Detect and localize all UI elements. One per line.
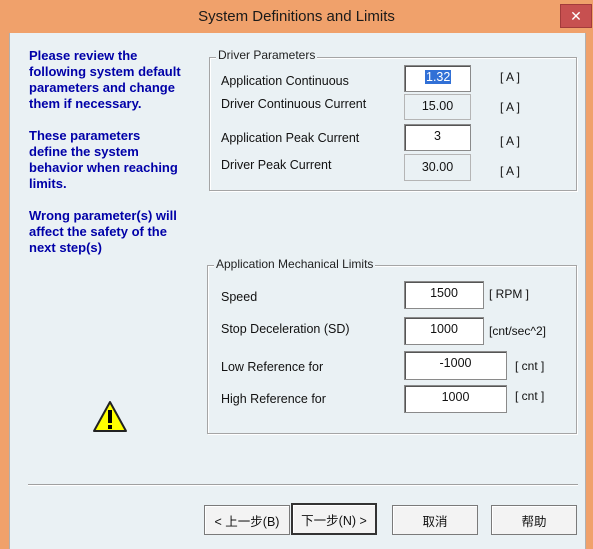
driver-continuous-label: Driver Continuous Current (221, 97, 367, 111)
button-separator (28, 484, 578, 486)
info-line: following system default (29, 64, 181, 79)
app-continuous-value: 1.32 (425, 70, 452, 84)
info-line: Wrong parameter(s) will (29, 208, 177, 223)
info-line: parameters and change (29, 80, 175, 95)
stop-deceleration-label: Stop Deceleration (SD) (221, 322, 350, 336)
low-reference-unit: [ cnt ] (515, 359, 545, 373)
app-peak-input[interactable]: 3 (404, 124, 471, 151)
stop-deceleration-unit: [cnt/sec^2] (489, 324, 546, 338)
driver-parameters-title: Driver Parameters (216, 48, 318, 62)
info-line: These parameters (29, 128, 141, 143)
mechanical-limits-title: Application Mechanical Limits (214, 257, 376, 271)
cancel-button[interactable]: 取消 (392, 505, 478, 535)
close-icon: ✕ (570, 7, 582, 24)
driver-peak-label: Driver Peak Current (221, 158, 332, 172)
driver-continuous-unit: [ A ] (500, 100, 521, 114)
high-reference-label: High Reference for (221, 392, 326, 406)
stop-deceleration-input[interactable]: 1000 (404, 317, 484, 345)
next-button[interactable]: 下一步(N) > (291, 503, 377, 535)
app-continuous-label: Application Continuous (221, 74, 349, 88)
driver-peak-value: 30.00 (404, 154, 471, 181)
speed-label: Speed (221, 290, 258, 304)
window-title: System Definitions and Limits (198, 8, 395, 25)
high-reference-unit: [ cnt ] (515, 389, 545, 403)
low-reference-label: Low Reference for (221, 360, 324, 374)
speed-unit: [ RPM ] (489, 287, 530, 301)
info-line: next step(s) (29, 240, 102, 255)
info-line: limits. (29, 176, 67, 191)
back-button[interactable]: < 上一步(B) (204, 505, 290, 535)
warning-icon (93, 401, 127, 432)
window-frame-left (0, 33, 9, 549)
app-peak-unit: [ A ] (500, 134, 521, 148)
define-text: These parameters define the system behav… (29, 128, 178, 192)
warning-text: Wrong parameter(s) will affect the safet… (29, 208, 177, 256)
app-continuous-unit: [ A ] (500, 70, 521, 84)
info-line: them if necessary. (29, 96, 142, 111)
info-line: behavior when reaching (29, 160, 178, 175)
app-continuous-input[interactable]: 1.32 (404, 65, 471, 92)
driver-continuous-value: 15.00 (404, 94, 471, 120)
review-text: Please review the following system defau… (29, 48, 181, 112)
info-line: Please review the (29, 48, 138, 63)
speed-input[interactable]: 1500 (404, 281, 484, 309)
info-line: define the system (29, 144, 139, 159)
high-reference-input[interactable]: 1000 (404, 385, 507, 413)
app-peak-label: Application Peak Current (221, 131, 360, 145)
driver-peak-unit: [ A ] (500, 164, 521, 178)
close-button[interactable]: ✕ (560, 4, 592, 28)
info-line: affect the safety of the (29, 224, 167, 239)
help-button[interactable]: 帮助 (491, 505, 577, 535)
low-reference-input[interactable]: -1000 (404, 351, 507, 380)
